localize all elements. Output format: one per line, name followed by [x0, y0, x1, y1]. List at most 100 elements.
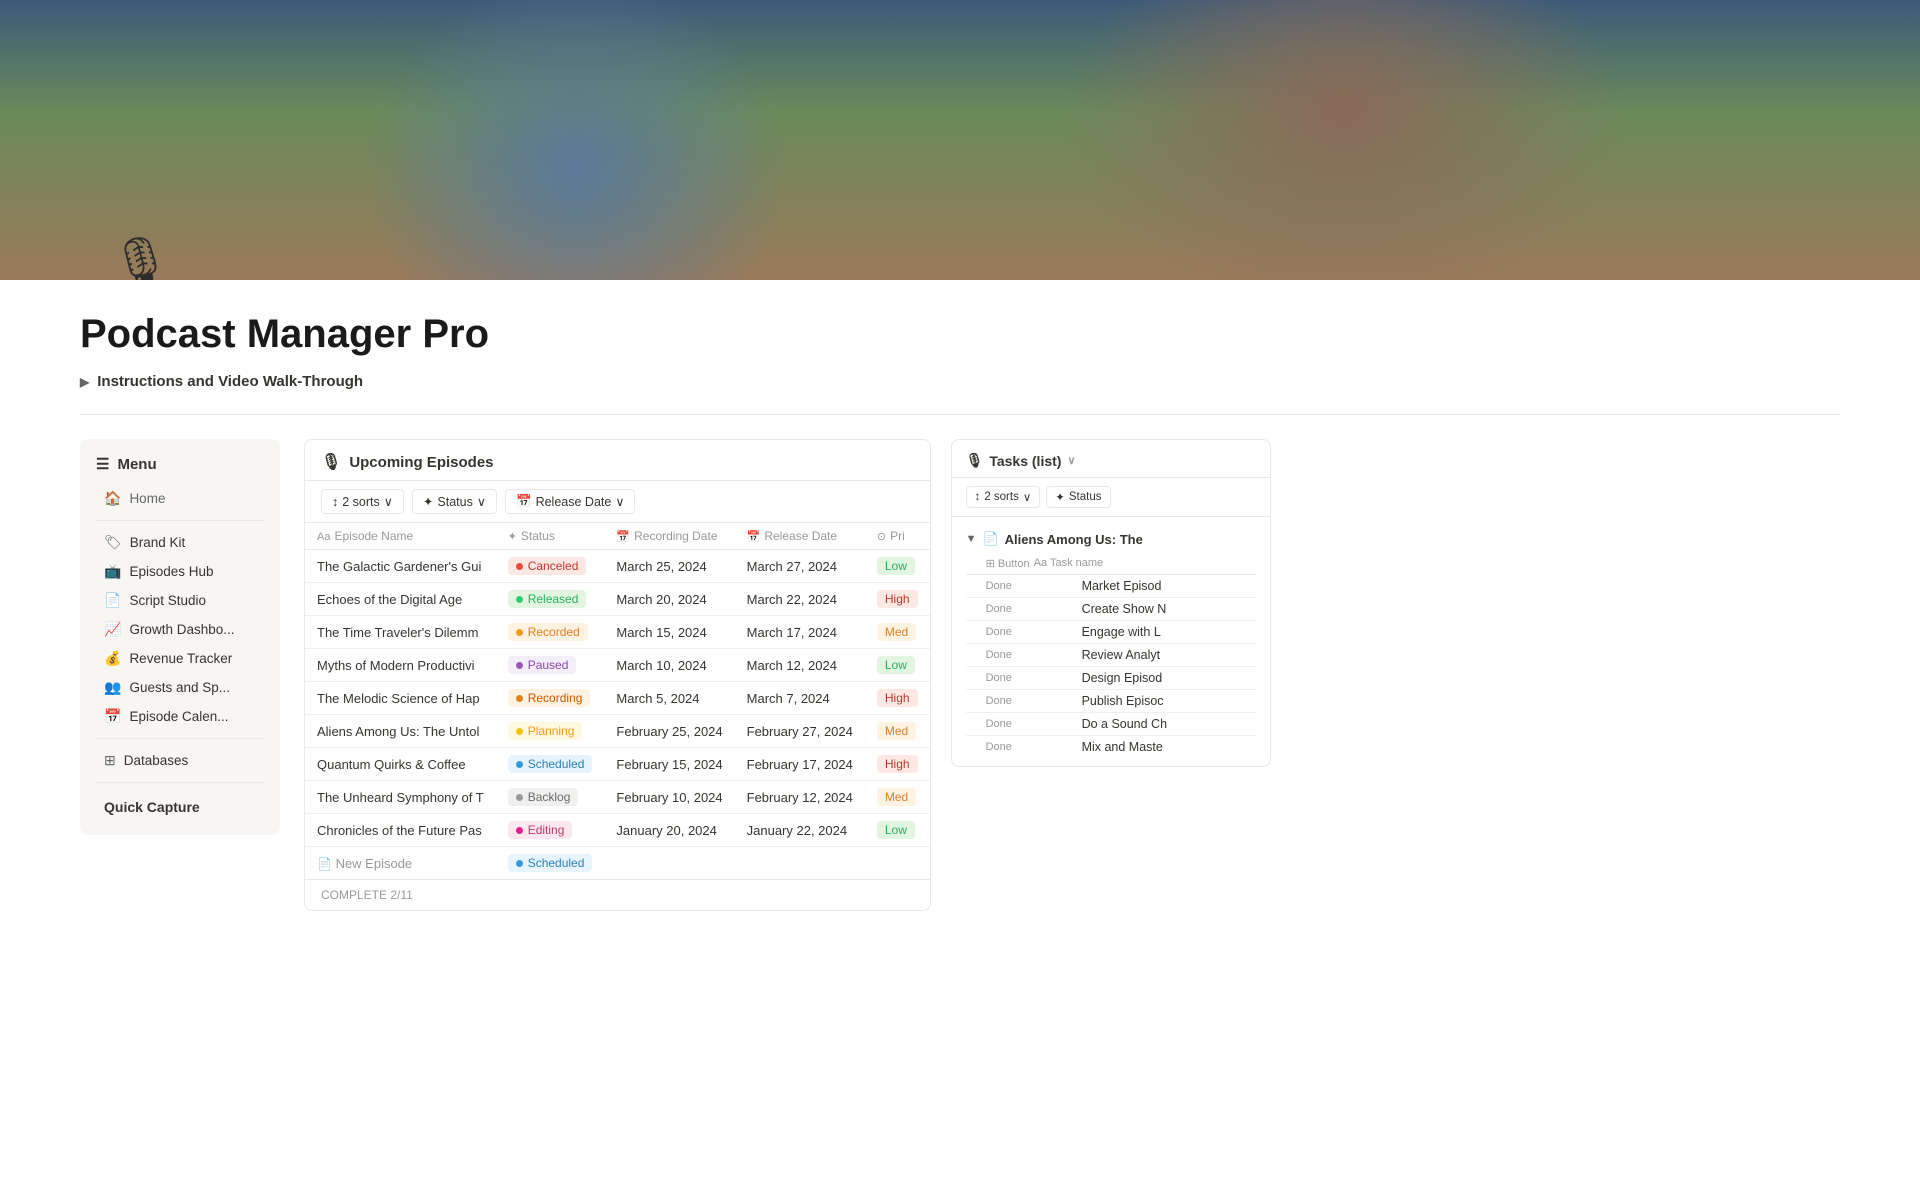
release-date-cell: January 22, 2024 — [735, 814, 865, 847]
quick-capture-title: Quick Capture — [96, 791, 264, 819]
release-date-cell: February 17, 2024 — [735, 748, 865, 781]
sidebar-item-brand-kit[interactable]: 🏷 Brand Kit — [96, 529, 264, 556]
sorts-chevron-icon: ∨ — [384, 494, 393, 509]
task-row[interactable]: Done Create Show N — [966, 598, 1256, 621]
episodes-table-container: AaEpisode Name ✦Status 📅Recording Date 📅… — [305, 523, 930, 879]
task-name-cell: Create Show N — [1082, 602, 1167, 616]
episode-name-cell: The Unheard Symphony of T — [305, 781, 496, 814]
main-content: ☰ Menu 🏠 Home 🏷 Brand Kit 📺 Episodes Hub… — [0, 415, 1920, 951]
sidebar-item-growth-dashboard[interactable]: 📈 Growth Dashbo... — [96, 616, 264, 643]
episode-name-cell: Chronicles of the Future Pas — [305, 814, 496, 847]
home-icon: 🏠 — [104, 490, 121, 507]
recording-date-cell: March 10, 2024 — [604, 649, 734, 682]
col-label-task-name: Aa Task name — [1034, 557, 1104, 570]
col-label-button: ⊞ Button — [986, 557, 1030, 570]
task-row[interactable]: Done Market Episod — [966, 575, 1256, 598]
new-episode-name-cell: 📄 New Episode — [305, 847, 496, 880]
new-episode-release-date-cell — [735, 847, 865, 880]
tasks-section: ▼ 📄 Aliens Among Us: The ⊞ Button Aa Tas… — [952, 517, 1270, 766]
tasks-title-chevron-icon: ∨ — [1067, 454, 1075, 467]
table-row[interactable]: Echoes of the Digital Age Released March… — [305, 583, 930, 616]
instructions-toggle[interactable]: ▶ Instructions and Video Walk-Through — [80, 373, 1840, 390]
guests-speakers-icon: 👥 — [104, 679, 121, 696]
sidebar-item-episodes-hub[interactable]: 📺 Episodes Hub — [96, 558, 264, 585]
task-row[interactable]: Done Review Analyt — [966, 644, 1256, 667]
task-name-cell: Market Episod — [1082, 579, 1162, 593]
recording-date-cell: March 15, 2024 — [604, 616, 734, 649]
script-studio-icon: 📄 — [104, 592, 121, 609]
release-date-cell: March 17, 2024 — [735, 616, 865, 649]
new-episode-priority-cell — [865, 847, 930, 880]
sidebar-item-guests-speakers[interactable]: 👥 Guests and Sp... — [96, 674, 264, 701]
sidebar-item-script-studio[interactable]: 📄 Script Studio — [96, 587, 264, 614]
tasks-status-button[interactable]: ✦ Status — [1046, 486, 1110, 508]
release-date-chevron-icon: ∨ — [615, 494, 624, 509]
revenue-tracker-icon: 💰 — [104, 650, 121, 667]
new-episode-status-cell: Scheduled — [496, 847, 605, 880]
release-date-cell: February 12, 2024 — [735, 781, 865, 814]
recording-date-cell: February 10, 2024 — [604, 781, 734, 814]
button-col-icon: ⊞ — [986, 558, 995, 570]
priority-cell: High — [865, 682, 930, 715]
table-row[interactable]: Myths of Modern Productivi Paused March … — [305, 649, 930, 682]
priority-cell: Med — [865, 616, 930, 649]
sorts-filter-button[interactable]: ↕ 2 sorts ∨ — [321, 489, 404, 514]
task-name-cell: Publish Episoc — [1082, 694, 1164, 708]
status-cell: Scheduled — [496, 748, 605, 781]
tasks-group-file-icon: 📄 — [982, 531, 998, 547]
sorts-icon: ↕ — [332, 495, 338, 509]
release-date-filter-button[interactable]: 📅 Release Date ∨ — [505, 489, 635, 514]
episode-name-cell: The Galactic Gardener's Gui — [305, 550, 496, 583]
table-row[interactable]: The Unheard Symphony of T Backlog Februa… — [305, 781, 930, 814]
table-row[interactable]: The Galactic Gardener's Gui Canceled Mar… — [305, 550, 930, 583]
sidebar-item-revenue-tracker[interactable]: 💰 Revenue Tracker — [96, 645, 264, 672]
new-episode-row[interactable]: 📄 New Episode Scheduled — [305, 847, 930, 880]
table-row[interactable]: The Melodic Science of Hap Recording Mar… — [305, 682, 930, 715]
episode-name-cell: The Melodic Science of Hap — [305, 682, 496, 715]
status-cell: Released — [496, 583, 605, 616]
tasks-sorts-button[interactable]: ↕ 2 sorts ∨ — [966, 486, 1041, 508]
recording-date-cell: February 15, 2024 — [604, 748, 734, 781]
table-row[interactable]: Quantum Quirks & Coffee Scheduled Februa… — [305, 748, 930, 781]
task-row[interactable]: Done Engage with L — [966, 621, 1256, 644]
upcoming-episodes-panel: 🎙 Upcoming Episodes ↕ 2 sorts ∨ ✦ Status… — [304, 439, 931, 911]
release-date-icon: 📅 — [516, 494, 532, 509]
tasks-group-header[interactable]: ▼ 📄 Aliens Among Us: The — [966, 525, 1256, 553]
task-row[interactable]: Done Publish Episoc — [966, 690, 1256, 713]
table-row[interactable]: The Time Traveler's Dilemm Recorded Marc… — [305, 616, 930, 649]
sidebar-menu-title: ☰ Menu — [96, 455, 264, 473]
priority-cell: Low — [865, 814, 930, 847]
status-filter-icon: ✦ — [423, 494, 433, 509]
microphone-icon: 🎙 — [110, 233, 171, 280]
priority-cell: Med — [865, 715, 930, 748]
recording-date-cell: February 25, 2024 — [604, 715, 734, 748]
task-row[interactable]: Done Do a Sound Ch — [966, 713, 1256, 736]
tasks-panel-header: 🎙 Tasks (list) ∨ — [952, 440, 1270, 478]
task-row[interactable]: Done Design Episod — [966, 667, 1256, 690]
task-name-cell: Design Episod — [1082, 671, 1163, 685]
status-filter-button[interactable]: ✦ Status ∨ — [412, 489, 497, 514]
tasks-group-chevron-icon: ▼ — [966, 533, 977, 545]
priority-cell: Low — [865, 649, 930, 682]
sidebar-item-databases[interactable]: ⊞ Databases — [96, 747, 264, 774]
status-cell: Editing — [496, 814, 605, 847]
col-header-recording-date: 📅Recording Date — [604, 523, 734, 550]
table-row[interactable]: Aliens Among Us: The Untol Planning Febr… — [305, 715, 930, 748]
task-name-cell: Review Analyt — [1082, 648, 1161, 662]
sidebar-divider-1 — [96, 520, 264, 521]
table-row[interactable]: Chronicles of the Future Pas Editing Jan… — [305, 814, 930, 847]
sidebar: ☰ Menu 🏠 Home 🏷 Brand Kit 📺 Episodes Hub… — [80, 439, 280, 835]
sidebar-item-home[interactable]: 🏠 Home — [96, 485, 264, 512]
episode-name-cell: Aliens Among Us: The Untol — [305, 715, 496, 748]
task-done-status: Done — [986, 741, 1022, 753]
task-row[interactable]: Done Mix and Maste — [966, 736, 1256, 758]
task-name-cell: Engage with L — [1082, 625, 1161, 639]
chevron-right-icon: ▶ — [80, 375, 89, 389]
hero-banner: 🎙 — [0, 0, 1920, 280]
status-chevron-icon: ∨ — [477, 494, 486, 509]
sidebar-divider-3 — [96, 782, 264, 783]
upcoming-episodes-header: 🎙 Upcoming Episodes — [305, 440, 930, 481]
task-done-status: Done — [986, 672, 1022, 684]
episodes-table: AaEpisode Name ✦Status 📅Recording Date 📅… — [305, 523, 930, 879]
sidebar-item-episode-calendar[interactable]: 📅 Episode Calen... — [96, 703, 264, 730]
